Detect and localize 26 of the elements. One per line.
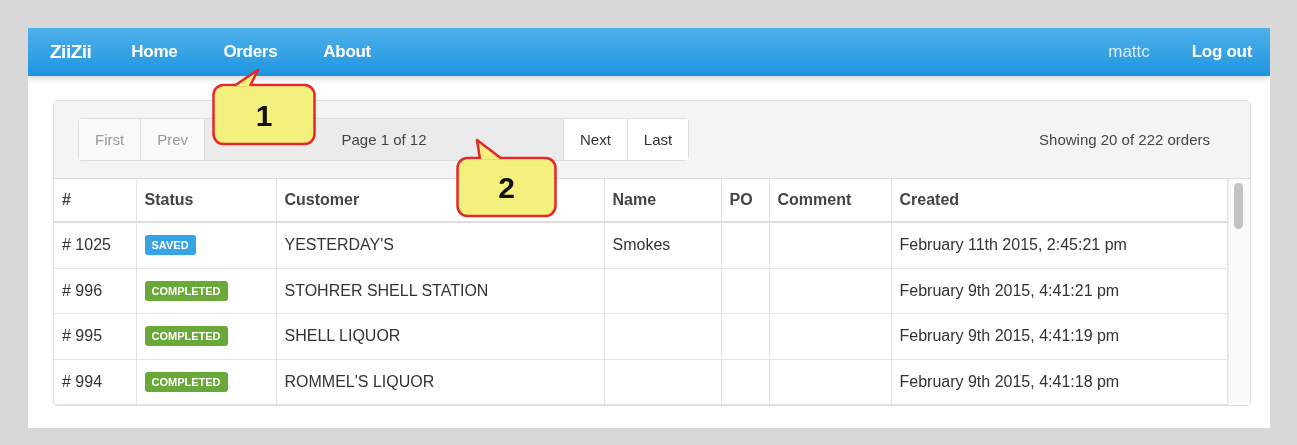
status-badge: SAVED	[144, 235, 196, 256]
status-badge: COMPLETED	[144, 280, 228, 301]
username: mattc	[1108, 42, 1150, 62]
created-date: February 9th 2015, 4:41:19 pm	[899, 327, 1120, 345]
order-number: # 995	[62, 327, 103, 345]
status-badge: COMPLETED	[144, 326, 228, 347]
order-number: # 1025	[62, 236, 111, 254]
customer-name: STOHRER SHELL STATION	[284, 281, 489, 299]
column-header[interactable]: Created	[891, 179, 1228, 222]
column-header[interactable]: Status	[136, 179, 276, 222]
column-header[interactable]: #	[54, 179, 136, 222]
results-summary: Showing 20 of 222 orders	[1039, 131, 1210, 148]
scrollbar[interactable]	[1228, 179, 1250, 405]
created-date: February 11th 2015, 2:45:21 pm	[899, 236, 1127, 254]
order-number: # 994	[62, 372, 103, 390]
customer-name: ROMMEL'S LIQUOR	[284, 372, 435, 390]
order-number: # 996	[62, 281, 103, 299]
customer-name: SHELL LIQUOR	[284, 327, 401, 345]
status-badge: COMPLETED	[144, 371, 228, 392]
column-header[interactable]: PO	[721, 179, 769, 222]
created-date: February 9th 2015, 4:41:21 pm	[899, 281, 1120, 299]
order-name: Smokes	[612, 236, 671, 254]
column-header[interactable]: Name	[604, 179, 721, 222]
column-header[interactable]: Comment	[769, 179, 891, 222]
created-date: February 9th 2015, 4:41:18 pm	[899, 372, 1120, 390]
customer-name: YESTERDAY'S	[284, 236, 394, 254]
